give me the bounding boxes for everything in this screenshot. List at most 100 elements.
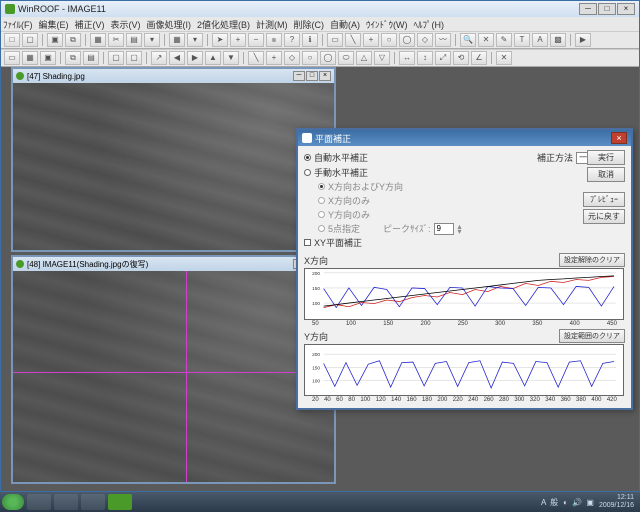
spinner-down-icon[interactable]: ▾ [458, 229, 462, 234]
tool-eye[interactable]: ๏ [266, 33, 282, 47]
tool2-dup[interactable]: ▤ [83, 51, 99, 65]
clear-y-button[interactable]: 設定範囲のクリア [559, 329, 625, 343]
tool-text[interactable]: T [514, 33, 530, 47]
tool2-right[interactable]: ▶ [187, 51, 203, 65]
tool-info[interactable]: ℹ [302, 33, 318, 47]
close-button[interactable]: × [617, 3, 635, 15]
tool2-m1[interactable]: ↔ [399, 51, 415, 65]
clock[interactable]: 12:11 2009/12/16 [599, 494, 634, 510]
tool-drop[interactable]: ▾ [144, 33, 160, 47]
tool2-m4[interactable]: ⟲ [453, 51, 469, 65]
radio-auto[interactable] [304, 154, 311, 161]
tool-line[interactable]: ╲ [345, 33, 361, 47]
menu-auto[interactable]: 自動(A) [330, 18, 360, 31]
start-button[interactable] [2, 494, 24, 510]
tool-erase[interactable]: ✕ [478, 33, 494, 47]
tool-save[interactable]: ▣ [47, 33, 63, 47]
tool-pen[interactable]: ✎ [496, 33, 512, 47]
tool2-m2[interactable]: ↕ [417, 51, 433, 65]
tool-circle[interactable]: ○ [381, 33, 397, 47]
tool-help[interactable]: ? [284, 33, 300, 47]
radio-manual[interactable] [304, 169, 311, 176]
tray-ime[interactable]: A 般 [541, 497, 559, 508]
tool-zoom[interactable]: 🔍 [460, 33, 476, 47]
tool-cut[interactable]: ✂ [108, 33, 124, 47]
menu-binarize[interactable]: 2値化処理(B) [197, 18, 250, 31]
tool2-sel[interactable]: ▣ [40, 51, 56, 65]
child1-max[interactable]: □ [306, 71, 318, 81]
dialog-titlebar[interactable]: 平面補正 × [298, 130, 631, 146]
tool2-left[interactable]: ◀ [169, 51, 185, 65]
tool-arrow[interactable]: ➤ [212, 33, 228, 47]
menu-window[interactable]: ｳｲﾝﾄﾞｳ(W) [366, 18, 408, 31]
tool2-rect[interactable]: ▭ [4, 51, 20, 65]
menu-file[interactable]: ﾌｧｲﾙ(F) [3, 18, 33, 31]
tool-paste[interactable]: ▤ [126, 33, 142, 47]
tool-grid[interactable]: ▦ [169, 33, 185, 47]
tool-tog[interactable]: ▩ [550, 33, 566, 47]
child1-titlebar[interactable]: [47] Shading.jpg ─ □ × [13, 69, 334, 83]
child1-image[interactable] [13, 83, 334, 250]
tool2-m5[interactable]: ∠ [471, 51, 487, 65]
tool2-c2[interactable]: ◯ [320, 51, 336, 65]
sub-radio-y[interactable] [318, 211, 325, 218]
tool2-a[interactable]: ▢ [108, 51, 124, 65]
tool2-all[interactable]: ▦ [22, 51, 38, 65]
tool2-down[interactable]: ▼ [223, 51, 239, 65]
tool-plus[interactable]: + [230, 33, 246, 47]
task-media[interactable] [81, 494, 105, 510]
checkbox-xy[interactable] [304, 239, 311, 246]
child1-close[interactable]: × [319, 71, 331, 81]
tool-ellipse[interactable]: ◯ [399, 33, 415, 47]
tool-last[interactable]: ▶ [575, 33, 591, 47]
tool-rect[interactable]: ▭ [327, 33, 343, 47]
sub-radio-5pt[interactable] [318, 225, 325, 232]
sub-radio-xy[interactable] [318, 183, 325, 190]
peak-input[interactable] [434, 223, 454, 235]
tool-print[interactable]: ▦ [90, 33, 106, 47]
task-winroof[interactable] [108, 494, 132, 510]
tool2-shape[interactable]: ◇ [284, 51, 300, 65]
tool-drop2[interactable]: ▾ [187, 33, 203, 47]
tool2-c3[interactable]: ⬭ [338, 51, 354, 65]
menu-view[interactable]: 表示(V) [111, 18, 141, 31]
child2-titlebar[interactable]: [48] IMAGE11(Shading.jpgの復写) ─ □ × [13, 257, 334, 271]
tool2-line[interactable]: ╲ [248, 51, 264, 65]
tool2-circ[interactable]: ○ [302, 51, 318, 65]
tool-new[interactable]: □ [4, 33, 20, 47]
tool-minus[interactable]: − [248, 33, 264, 47]
cancel-button[interactable]: 取消 [587, 167, 625, 182]
tool-add[interactable]: + [363, 33, 379, 47]
preview-button[interactable]: ﾌﾟﾚﾋﾞｭｰ [583, 192, 625, 207]
tool2-c4[interactable]: △ [356, 51, 372, 65]
tool2-plus[interactable]: + [266, 51, 282, 65]
child2-image[interactable] [13, 271, 334, 482]
menu-measure[interactable]: 計測(M) [256, 18, 288, 31]
menu-correct[interactable]: 補正(V) [75, 18, 105, 31]
task-explorer[interactable] [27, 494, 51, 510]
tool2-x[interactable]: ✕ [496, 51, 512, 65]
tool-poly[interactable]: ◇ [417, 33, 433, 47]
tool2-copy[interactable]: ⧉ [65, 51, 81, 65]
tool2-m3[interactable]: ⤢ [435, 51, 451, 65]
tool-abc[interactable]: A [532, 33, 548, 47]
tool-copy[interactable]: ⧉ [65, 33, 81, 47]
minimize-button[interactable]: ─ [579, 3, 597, 15]
menu-edit[interactable]: 編集(E) [39, 18, 69, 31]
run-button[interactable]: 実行 [587, 150, 625, 165]
tool2-b[interactable]: ▢ [126, 51, 142, 65]
menu-help[interactable]: ﾍﾙﾌﾟ(H) [414, 18, 445, 31]
tool-free[interactable]: 〰 [435, 33, 451, 47]
clear-x-button[interactable]: 設定解除のクリア [559, 253, 625, 267]
reset-button[interactable]: 元に戻す [583, 209, 625, 224]
sub-radio-x[interactable] [318, 197, 325, 204]
tray-icons[interactable]: ◐ 🔊 ▣ [563, 498, 595, 507]
tool-open[interactable]: ▢ [22, 33, 38, 47]
child1-min[interactable]: ─ [293, 71, 305, 81]
dialog-close-button[interactable]: × [611, 132, 627, 144]
tool2-up[interactable]: ▲ [205, 51, 221, 65]
tool2-c5[interactable]: ▽ [374, 51, 390, 65]
menu-delete[interactable]: 削除(C) [294, 18, 325, 31]
tool2-arrow[interactable]: ↗ [151, 51, 167, 65]
maximize-button[interactable]: □ [598, 3, 616, 15]
